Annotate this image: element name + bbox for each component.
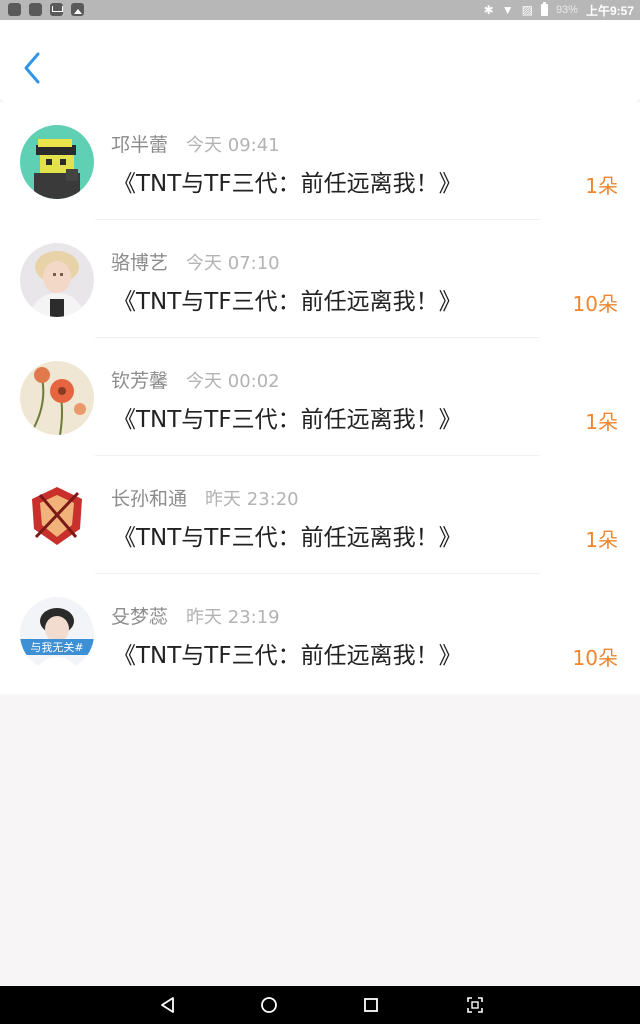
book-title: 《TNT与TF三代：前任远离我！》	[113, 525, 462, 551]
list-item[interactable]: 钦芳馨 今天 00:02 《TNT与TF三代：前任远离我！》 1朵	[0, 338, 640, 456]
navigation-bar	[0, 986, 640, 1024]
back-button[interactable]	[18, 48, 52, 88]
list-item[interactable]: 骆博艺 今天 07:10 《TNT与TF三代：前任远离我！》 10朵	[0, 220, 640, 338]
list-item[interactable]: 邛半蕾 今天 09:41 《TNT与TF三代：前任远离我！》 1朵	[0, 102, 640, 220]
flowers-avatar[interactable]	[20, 361, 94, 435]
clock: 上午9:57	[585, 3, 634, 18]
app-icon	[8, 3, 21, 16]
timestamp: 今天 09:41	[186, 135, 280, 156]
item-meta: 长孙和通 昨天 23:20	[111, 484, 299, 511]
chevron-left-icon	[24, 52, 40, 84]
mail-icon	[50, 3, 63, 16]
avatar-banner-text: 与我无关#	[30, 640, 83, 654]
app-icon	[29, 3, 42, 16]
book-title: 《TNT与TF三代：前任远离我！》	[113, 643, 462, 669]
blonde-boy-avatar[interactable]	[20, 243, 94, 317]
wifi-icon: ▼	[501, 3, 514, 17]
timestamp: 今天 00:02	[186, 371, 280, 392]
book-title: 《TNT与TF三代：前任远离我！》	[113, 289, 462, 315]
flower-count: 10朵	[572, 292, 618, 316]
book-title: 《TNT与TF三代：前任远离我！》	[113, 407, 462, 433]
item-meta: 邛半蕾 今天 09:41	[111, 130, 280, 157]
book-title: 《TNT与TF三代：前任远离我！》	[113, 171, 462, 197]
battery-percent: 93%	[555, 4, 578, 16]
battery-icon	[540, 2, 548, 16]
empty-area	[0, 694, 640, 986]
sender-name: 钦芳馨	[111, 370, 169, 392]
status-system: ✱ ▼ ▨ 93% 上午9:57	[484, 1, 634, 19]
list-item[interactable]: 与我无关# 殳梦蕊 昨天 23:19 《TNT与TF三代：前任远离我！》 10朵	[0, 574, 640, 692]
sender-name: 殳梦蕊	[111, 606, 169, 628]
item-meta: 钦芳馨 今天 00:02	[111, 366, 280, 393]
header	[0, 20, 640, 103]
timestamp: 今天 07:10	[186, 253, 280, 274]
timestamp: 昨天 23:19	[186, 607, 280, 628]
status-bar: ✱ ▼ ▨ 93% 上午9:57	[0, 0, 640, 20]
flower-count: 10朵	[572, 646, 618, 670]
status-notifications	[8, 3, 84, 16]
pixel-character-avatar[interactable]	[20, 125, 94, 199]
image-icon	[71, 3, 84, 16]
sender-name: 长孙和通	[111, 488, 188, 510]
timestamp: 昨天 23:20	[205, 489, 299, 510]
item-meta: 殳梦蕊 昨天 23:19	[111, 602, 280, 629]
anime-badge-avatar[interactable]	[20, 479, 94, 553]
back-triangle-icon[interactable]	[158, 995, 178, 1015]
flower-count: 1朵	[585, 174, 618, 198]
no-sim-icon: ▨	[521, 3, 533, 17]
item-meta: 骆博艺 今天 07:10	[111, 248, 280, 275]
flower-count: 1朵	[585, 410, 618, 434]
screenshot-icon[interactable]	[465, 995, 485, 1015]
recents-square-icon[interactable]	[361, 995, 381, 1015]
boy-banner-avatar[interactable]: 与我无关#	[20, 597, 94, 671]
flower-count: 1朵	[585, 528, 618, 552]
home-circle-icon[interactable]	[259, 995, 279, 1015]
sender-name: 骆博艺	[111, 252, 169, 274]
sender-name: 邛半蕾	[111, 134, 169, 156]
gift-list: 邛半蕾 今天 09:41 《TNT与TF三代：前任远离我！》 1朵 骆博艺 今天…	[0, 102, 640, 694]
list-item[interactable]: 长孙和通 昨天 23:20 《TNT与TF三代：前任远离我！》 1朵	[0, 456, 640, 574]
bluetooth-icon: ✱	[483, 3, 494, 17]
